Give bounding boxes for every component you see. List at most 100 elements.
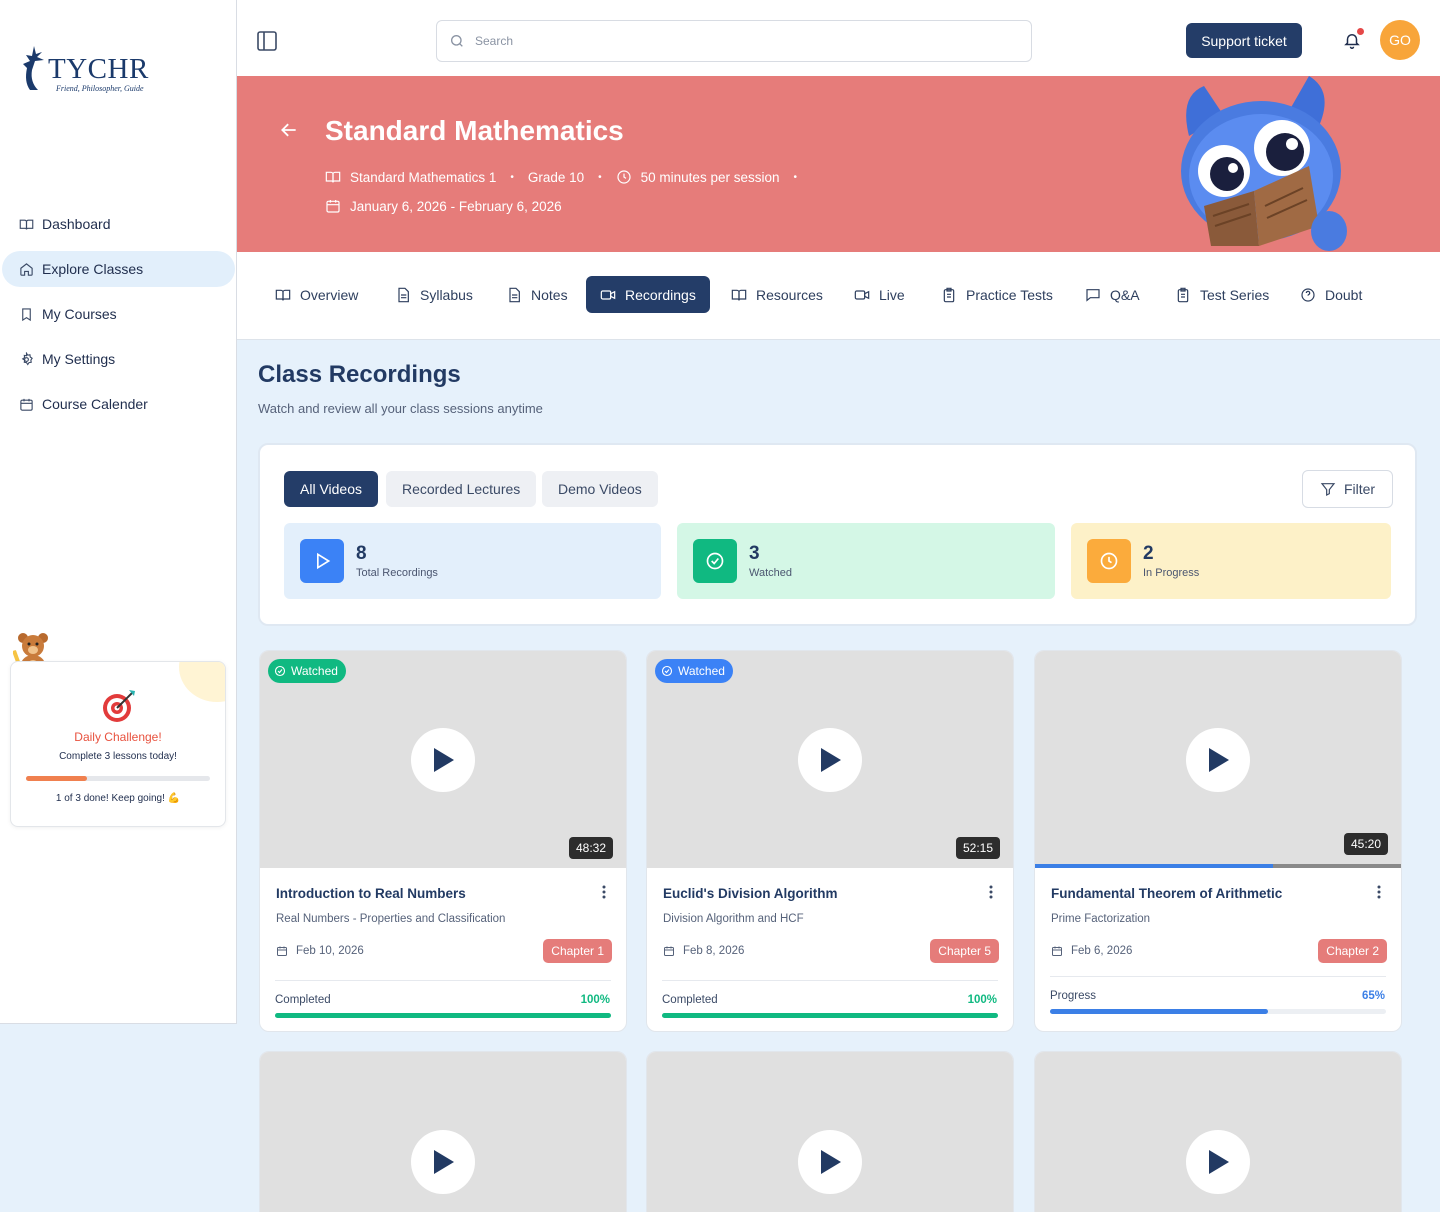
badge-label: Watched <box>678 664 725 678</box>
video-card[interactable]: Watched 52:15 Euclid's Division Algorith… <box>646 650 1014 1032</box>
play-icon <box>821 747 841 772</box>
video-date: Feb 8, 2026 <box>663 945 744 957</box>
stat-watched: 3 Watched <box>677 523 1055 599</box>
video-card[interactable] <box>1034 1051 1402 1212</box>
progress-label: Completed <box>662 994 718 1006</box>
tab-qa[interactable]: Q&A <box>1071 276 1154 313</box>
challenge-progress-bar <box>26 776 210 781</box>
brand-name: TYCHR <box>48 53 149 85</box>
more-options-icon[interactable] <box>989 885 993 899</box>
play-icon <box>434 1150 454 1174</box>
course-tabs: Overview Syllabus Notes Recordings Resou… <box>237 252 1440 340</box>
search-input[interactable] <box>475 34 975 48</box>
more-options-icon[interactable] <box>602 885 606 899</box>
video-thumbnail[interactable]: 45:20 <box>1035 651 1401 868</box>
tab-label: Notes <box>531 286 568 303</box>
video-card[interactable] <box>259 1051 627 1212</box>
separator-dot: • <box>793 171 797 183</box>
play-button[interactable] <box>411 1130 475 1194</box>
book-open-icon <box>325 171 341 183</box>
video-topic: Prime Factorization <box>1051 913 1151 925</box>
check-circle-icon <box>274 665 286 677</box>
separator-dot: • <box>510 171 514 183</box>
progress-value: 65% <box>1361 990 1385 1002</box>
sidebar-toggle-icon[interactable] <box>257 31 277 51</box>
play-button[interactable] <box>1186 727 1250 792</box>
stat-label: Watched <box>749 567 793 579</box>
sidebar-item-my-courses[interactable]: My Courses <box>2 296 235 332</box>
calendar-icon <box>326 200 340 213</box>
video-title[interactable]: Fundamental Theorem of Arithmetic <box>1051 886 1282 901</box>
filter-button[interactable]: Filter <box>1302 470 1393 508</box>
video-thumbnail[interactable]: Watched 48:32 <box>260 651 626 868</box>
progress-label: Completed <box>275 994 331 1006</box>
video-thumbnail[interactable] <box>1035 1052 1401 1212</box>
tab-overview[interactable]: Overview <box>261 276 372 313</box>
daily-challenge-card[interactable]: Daily Challenge! Complete 3 lessons toda… <box>10 661 226 827</box>
video-thumbnail[interactable]: Watched 52:15 <box>647 651 1013 868</box>
video-card[interactable]: 45:20 Fundamental Theorem of Arithmetic … <box>1034 650 1402 1032</box>
logo-mark-icon <box>23 46 44 90</box>
tab-recordings[interactable]: Recordings <box>586 276 710 313</box>
video-title[interactable]: Euclid's Division Algorithm <box>663 886 837 901</box>
video-title[interactable]: Introduction to Real Numbers <box>276 886 466 901</box>
brand-logo[interactable]: TYCHR Friend, Philosopher, Guide <box>20 42 149 94</box>
section-title: Class Recordings <box>258 361 461 388</box>
progress-value: 100% <box>967 994 997 1006</box>
sidebar-item-explore-classes[interactable]: Explore Classes <box>2 251 235 287</box>
watch-progress-bar <box>1035 864 1401 868</box>
course-name: Standard Mathematics 1 <box>350 169 497 185</box>
tab-doubt[interactable]: Doubt <box>1286 276 1376 313</box>
sidebar: TYCHR Friend, Philosopher, Guide Dashboa… <box>0 0 237 1024</box>
sidebar-item-dashboard[interactable]: Dashboard <box>2 206 235 242</box>
sidebar-item-my-settings[interactable]: My Settings <box>2 341 235 377</box>
user-avatar[interactable]: GO <box>1380 20 1420 60</box>
sidebar-item-label: My Settings <box>42 351 116 367</box>
video-icon <box>854 289 870 300</box>
tab-resources[interactable]: Resources <box>717 276 837 313</box>
tab-test-series[interactable]: Test Series <box>1161 276 1283 313</box>
support-ticket-button[interactable]: Support ticket <box>1186 23 1302 58</box>
course-dates: January 6, 2026 - February 6, 2026 <box>350 198 562 214</box>
progress-fill <box>662 1013 998 1018</box>
play-button[interactable] <box>1186 1130 1250 1194</box>
stat-value: 2 <box>1143 543 1154 564</box>
filter-tab-demo-videos[interactable]: Demo Videos <box>542 471 658 507</box>
target-icon <box>103 690 135 722</box>
sidebar-item-course-calender[interactable]: Course Calender <box>2 386 235 422</box>
video-thumbnail[interactable] <box>647 1052 1013 1212</box>
play-button[interactable] <box>411 727 475 792</box>
filter-tab-recorded-lectures[interactable]: Recorded Lectures <box>386 471 537 507</box>
play-button[interactable] <box>798 727 862 792</box>
video-date: Feb 10, 2026 <box>276 945 364 957</box>
more-options-icon[interactable] <box>1377 885 1381 899</box>
video-card[interactable] <box>646 1051 1014 1212</box>
course-banner: Standard Mathematics Standard Mathematic… <box>237 76 1440 252</box>
tab-notes[interactable]: Notes <box>492 276 582 313</box>
tab-live[interactable]: Live <box>840 276 919 313</box>
book-open-icon <box>19 219 34 230</box>
video-date-text: Feb 10, 2026 <box>296 945 364 957</box>
clock-icon <box>1087 539 1131 583</box>
filter-label: Filter <box>1343 481 1376 497</box>
progress-bar <box>275 1013 611 1018</box>
course-meta-row: Standard Mathematics 1 • Grade 10 • 50 m… <box>325 169 811 185</box>
progress-fill <box>275 1013 611 1018</box>
back-arrow-icon[interactable] <box>279 120 299 140</box>
search-box[interactable] <box>436 20 1032 62</box>
video-thumbnail[interactable] <box>260 1052 626 1212</box>
watched-badge: Watched <box>655 659 733 683</box>
challenge-subtitle: Complete 3 lessons today! <box>59 751 177 762</box>
tab-label: Overview <box>300 286 359 303</box>
video-duration: 48:32 <box>568 837 613 859</box>
video-card[interactable]: Watched 48:32 Introduction to Real Numbe… <box>259 650 627 1032</box>
filter-tab-all-videos[interactable]: All Videos <box>284 471 379 507</box>
play-button[interactable] <box>798 1130 862 1194</box>
chapter-badge: Chapter 5 <box>930 939 999 963</box>
challenge-progress-fill <box>26 776 87 781</box>
tab-practice-tests[interactable]: Practice Tests <box>927 276 1067 313</box>
separator-dot: • <box>598 171 602 183</box>
watched-badge: Watched <box>268 659 346 683</box>
calendar-icon <box>664 946 674 956</box>
tab-syllabus[interactable]: Syllabus <box>381 276 487 313</box>
